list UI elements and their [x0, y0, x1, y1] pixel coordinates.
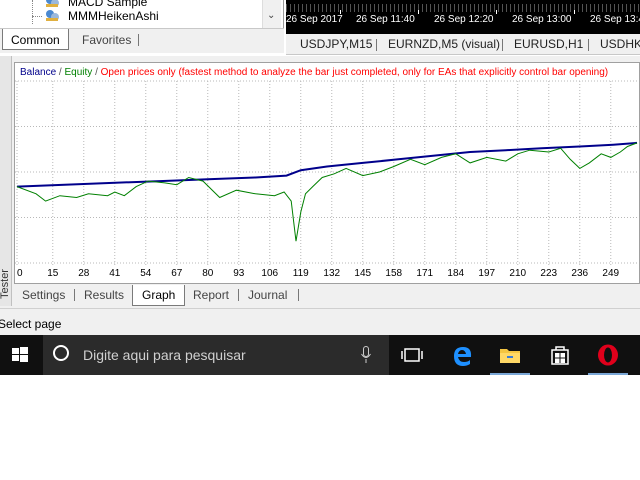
chart-tab-eurusd[interactable]: EURUSD,H1	[514, 37, 583, 51]
time-label: 26 Sep 2017	[286, 14, 343, 25]
tester-side-bar[interactable]: Tester	[0, 56, 12, 306]
search-placeholder: Digite aqui para pesquisar	[83, 347, 246, 363]
search-box[interactable]: Digite aqui para pesquisar	[43, 335, 389, 375]
x-tick-label: 41	[109, 268, 121, 279]
navigator-scrollbar[interactable]: ⌄	[262, 0, 281, 28]
tester-side-label: Tester	[0, 269, 11, 299]
graph-legend: Balance / Equity / Open prices only (fas…	[20, 67, 609, 78]
status-text: Select page	[0, 317, 62, 331]
legend-balance: Balance	[20, 67, 57, 78]
tab-report[interactable]: Report	[189, 285, 233, 305]
time-label: 26 Sep 11:40	[356, 14, 415, 25]
legend-equity: Equity	[64, 67, 93, 78]
tree-connector	[32, 0, 33, 24]
tab-divider	[238, 289, 239, 301]
price-chart[interactable]: 26 Sep 2017 26 Sep 11:40 26 Sep 12:20 26…	[286, 0, 640, 34]
tab-journal[interactable]: Journal	[244, 285, 291, 305]
tester-graph-svg: 0 15 28 41 54 67 80 93 106 119 132 145 158 171 184 197 2…	[15, 80, 639, 279]
navigator-tabs: Common Favorites	[0, 28, 284, 53]
price-chart-time-axis: 26 Sep 2017 26 Sep 11:40 26 Sep 12:20 26…	[286, 10, 640, 28]
windows-taskbar: Digite aqui para pesquisar	[0, 335, 640, 375]
tab-results[interactable]: Results	[80, 285, 128, 305]
tester-tabs: Settings Results Graph Report Journal	[12, 285, 640, 307]
cortana-icon	[53, 345, 69, 361]
task-view-icon[interactable]	[388, 335, 436, 375]
tab-divider	[138, 34, 139, 46]
tab-divider	[376, 39, 377, 51]
tab-divider	[298, 289, 299, 301]
status-bar: Select page	[0, 308, 640, 336]
x-tick-label: 67	[171, 268, 183, 279]
time-label: 26 Sep 13:00	[512, 14, 572, 25]
x-tick-label: 28	[78, 268, 90, 279]
x-tick-label: 158	[385, 268, 402, 279]
time-label: 26 Sep 13:40	[590, 14, 640, 25]
x-tick-label: 132	[323, 268, 340, 279]
tab-divider	[74, 289, 75, 301]
navigator-panel: MACD Sample MMMHeikenAshi ⌄ Common Favor…	[0, 0, 284, 53]
tab-settings[interactable]: Settings	[18, 285, 69, 305]
tree-connector	[32, 16, 42, 17]
x-tick-label: 119	[293, 268, 309, 279]
x-tick-label: 106	[261, 268, 278, 279]
windows-logo-icon	[12, 347, 28, 362]
x-tick-label: 15	[47, 268, 59, 279]
tester-graph: 0 15 28 41 54 67 80 93 106 119 132 145 158 171 184 197 2…	[14, 62, 640, 284]
expert-advisor-icon	[44, 9, 60, 23]
strategy-tester-panel: Tester 0 15 28 41 54 67 80 93 106 119 132 145 158 171…	[0, 56, 640, 308]
navigator-item[interactable]: MMMHeikenAshi	[44, 8, 159, 24]
chevron-down-icon[interactable]: ⌄	[267, 10, 275, 21]
store-icon[interactable]	[536, 335, 584, 375]
x-tick-label: 210	[509, 268, 526, 279]
x-tick-label: 184	[447, 268, 464, 279]
active-app-indicator	[490, 373, 530, 375]
x-tick-label: 223	[540, 268, 557, 279]
tab-divider	[588, 39, 589, 51]
navigator-item-label: MMMHeikenAshi	[68, 9, 159, 23]
chart-window-tabs: USDJPY,M15 EURNZD,M5 (visual) EURUSD,H1 …	[286, 34, 640, 55]
x-tick-label: 93	[233, 268, 245, 279]
microphone-icon[interactable]	[361, 346, 371, 364]
equity-line	[16, 142, 638, 242]
opera-icon[interactable]	[584, 335, 632, 375]
x-tick-label: 0	[17, 268, 23, 279]
active-app-indicator	[588, 373, 628, 375]
tab-divider	[502, 39, 503, 51]
balance-line	[16, 141, 638, 188]
x-tick-label: 197	[478, 268, 495, 279]
time-tick	[574, 10, 575, 14]
x-tick-label: 249	[602, 268, 619, 279]
edge-icon[interactable]	[438, 335, 486, 375]
chart-tab-eurnzd[interactable]: EURNZD,M5 (visual)	[388, 37, 500, 51]
chart-tab-usdhk[interactable]: USDHK	[600, 37, 640, 51]
chart-tab-usdjpy[interactable]: USDJPY,M15	[300, 37, 372, 51]
x-tick-label: 54	[140, 268, 152, 279]
x-tick-label: 236	[571, 268, 588, 279]
tab-graph[interactable]: Graph	[132, 285, 186, 306]
start-button[interactable]	[0, 335, 40, 375]
time-tick	[418, 10, 419, 14]
legend-note: Open prices only (fastest method to anal…	[100, 67, 609, 78]
x-tick-label: 171	[416, 268, 433, 279]
time-tick	[496, 10, 497, 14]
tab-common[interactable]: Common	[2, 29, 69, 50]
file-explorer-icon[interactable]	[486, 335, 534, 375]
x-tick-label: 80	[202, 268, 214, 279]
time-label: 26 Sep 12:20	[434, 14, 494, 25]
tab-favorites[interactable]: Favorites	[74, 29, 139, 51]
x-tick-label: 145	[354, 268, 371, 279]
